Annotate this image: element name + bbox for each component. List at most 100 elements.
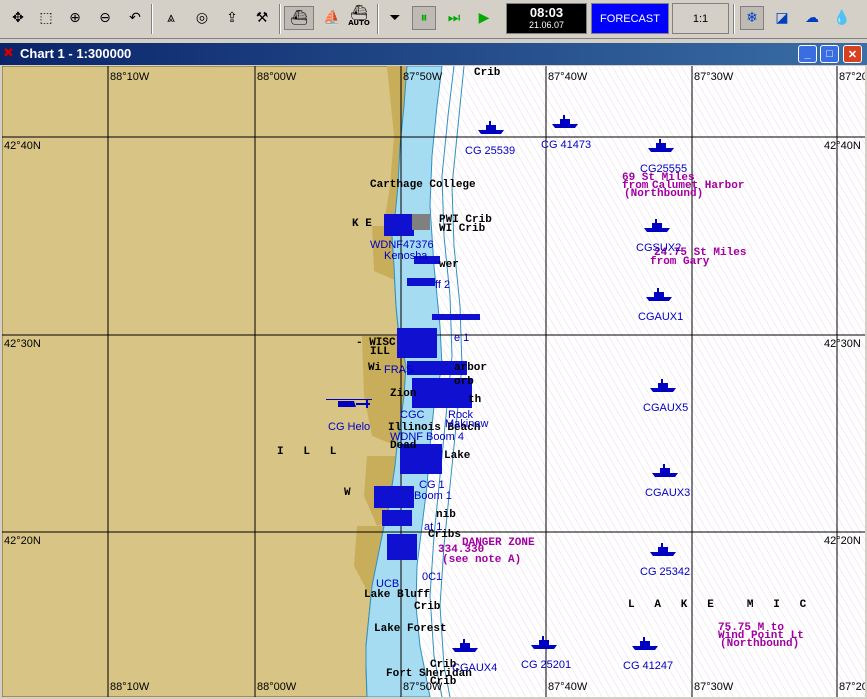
vessel-icon[interactable] [450, 639, 480, 653]
zoom-out-icon[interactable]: ⊖ [93, 6, 117, 30]
nautical-chart[interactable]: 88°10W 88°00W 87°50W 87°40W 87°30W 87°20… [2, 66, 865, 697]
crib-marker [412, 214, 430, 230]
area-label-lake-michigan: L A K E M I C [628, 599, 807, 611]
chart-window-titlebar[interactable]: ✖ Chart 1 - 1:300000 _ □ ✕ [0, 43, 867, 65]
place-label: ILL [370, 346, 390, 358]
distance-note: (Northbound) [624, 188, 704, 200]
lon-label: 88°10W [110, 681, 150, 693]
stop-icon[interactable]: ⏷ [383, 6, 407, 30]
lon-label: 88°00W [257, 681, 297, 693]
minimize-button[interactable]: _ [798, 45, 817, 63]
vessel-label: Makinaw [445, 418, 489, 430]
vessel-label: WDNF Boom 4 [390, 431, 464, 443]
target-icon[interactable]: ◎ [190, 6, 214, 30]
place-label: orb [454, 376, 474, 388]
vessel-label: CG 25201 [521, 659, 572, 671]
app-icon: ✖ [3, 45, 14, 60]
move-icon[interactable]: ✥ [6, 6, 30, 30]
maximize-button[interactable]: □ [820, 45, 839, 63]
lat-label: 42°40N [4, 140, 41, 152]
tools-icon[interactable]: ⚒ [250, 6, 274, 30]
area-label-illinois: I L L [277, 446, 337, 458]
wind-icon[interactable]: ☁ [800, 6, 824, 30]
vessel-label: Kenosha [384, 250, 428, 262]
vessel-icon[interactable] [648, 379, 678, 393]
vessel-icon[interactable] [646, 139, 676, 153]
auto-ship-icon: ⛴ [350, 5, 368, 21]
place-label: th [468, 394, 482, 406]
place-label: arbor [454, 362, 488, 374]
clock-display: 08:03 21.06.07 [506, 3, 587, 34]
export-icon[interactable]: ⇪ [220, 6, 244, 30]
lon-label: 87°30W [694, 681, 734, 693]
vessel-icon[interactable] [642, 219, 672, 233]
pause-icon[interactable]: ⏸ [412, 6, 436, 30]
place-label: Crib [430, 676, 457, 688]
vessel-label: CG25555 [640, 163, 688, 175]
lat-label: 42°40N [824, 140, 861, 152]
helicopter-icon[interactable] [326, 396, 372, 410]
place-label: Zion [390, 388, 417, 400]
select-area-icon[interactable]: ⬚ [34, 6, 58, 30]
vessel-label: CGC [400, 409, 425, 421]
vessel-label: FRAS [384, 364, 414, 376]
vessel-icon[interactable] [476, 121, 506, 135]
weather-icon[interactable]: ❄ [740, 6, 764, 30]
lat-label: 42°30N [824, 338, 861, 350]
place-label: Carthage College [370, 179, 476, 191]
compass-icon[interactable]: ⩓ [159, 6, 183, 30]
vessel-label: e 1 [454, 332, 470, 344]
vessel-label: Boom 1 [414, 490, 452, 502]
vessel-icon[interactable] [650, 464, 680, 478]
lon-label: 87°30W [694, 71, 734, 83]
clock-date: 21.06.07 [528, 20, 565, 30]
vessel-label: at 1 [424, 521, 443, 533]
lat-label: 42°20N [824, 535, 861, 547]
vessel-label: CGAUX3 [645, 487, 691, 499]
scale-button[interactable]: 1:1 [672, 3, 729, 34]
vessel-label: CGSUX2 [636, 242, 682, 254]
lat-label: 42°30N [4, 338, 41, 350]
auto-caption: AUTO [348, 19, 370, 27]
distance-note: (Northbound) [720, 638, 800, 650]
vessel-label: CG Helo [328, 421, 371, 433]
place-label: Wi [368, 362, 382, 374]
lon-label: 88°00W [257, 71, 297, 83]
main-toolbar: ✥ ⬚ ⊕ ⊖ ↶ ⩓ ◎ ⇪ ⚒ ⛴ ⛵ ⛴ AUTO ⏷ ⏸ ⏭ ▶ 08:… [0, 0, 867, 39]
undo-icon[interactable]: ↶ [123, 6, 147, 30]
vessel-icon[interactable] [644, 288, 674, 302]
ship-track-icon[interactable]: ⛵ [317, 6, 347, 30]
place-label: wer [439, 259, 459, 271]
place-label: Lake Forest [374, 623, 447, 635]
place-label: K E [352, 218, 372, 230]
distance-note: from Gary [650, 256, 710, 268]
place-label: Crib [414, 601, 441, 613]
auto-ship-button[interactable]: ⛴ AUTO [345, 6, 373, 30]
lon-label: 87°20 [839, 71, 865, 83]
vessel-icon[interactable] [529, 636, 559, 650]
vessel-label: 0C1 [422, 571, 443, 583]
clock-time: 08:03 [529, 5, 564, 20]
place-label: W [344, 487, 351, 499]
place-label: Lake [444, 450, 471, 462]
lon-label: 87°40W [548, 71, 588, 83]
forecast-button[interactable]: FORECAST [591, 3, 669, 34]
place-label: Lake Bluff [364, 589, 431, 601]
vessel-label: CG 25342 [640, 566, 691, 578]
chart-settings-icon[interactable]: ◪ [770, 6, 794, 30]
place-label: nib [436, 509, 456, 521]
vessel-icon[interactable] [550, 115, 580, 129]
vessel-icon[interactable] [630, 637, 660, 651]
lon-label: 87°20 [839, 681, 865, 693]
vessel-label: CGAUX5 [643, 402, 689, 414]
lon-label: 88°10W [110, 71, 150, 83]
vessel-label: CGAUX4 [452, 662, 498, 674]
play-icon[interactable]: ▶ [472, 6, 496, 30]
lat-label: 42°20N [4, 535, 41, 547]
ship-mode-icon[interactable]: ⛴ [284, 6, 314, 30]
zoom-in-icon[interactable]: ⊕ [63, 6, 87, 30]
close-button[interactable]: ✕ [843, 45, 862, 63]
fast-forward-icon[interactable]: ⏭ [442, 6, 466, 30]
vessel-icon[interactable] [648, 543, 678, 557]
current-icon[interactable]: 💧 [830, 6, 854, 30]
